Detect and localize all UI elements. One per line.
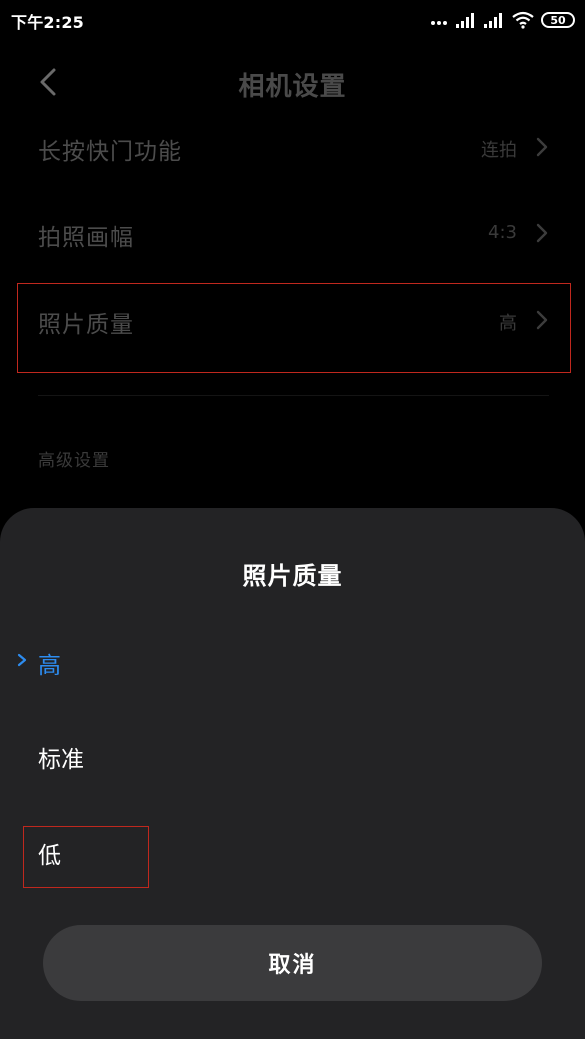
setting-label: 长按快门功能: [38, 139, 182, 165]
signal-icon: [484, 13, 502, 28]
chevron-right-icon: [536, 137, 548, 157]
setting-row-aspect-ratio[interactable]: 拍照画幅 4:3: [38, 214, 549, 254]
chevron-right-icon: [536, 223, 548, 243]
highlight-box: [23, 826, 149, 888]
photo-quality-sheet: 照片质量 高 标准 低 取消: [0, 508, 585, 1039]
highlight-box: [17, 283, 571, 373]
cancel-button[interactable]: 取消: [43, 925, 542, 1001]
option-label: 高: [38, 653, 61, 679]
setting-row-shutter-long-press[interactable]: 长按快门功能 连拍: [38, 128, 549, 168]
more-dots-icon: [431, 10, 449, 30]
battery-icon: 50: [541, 12, 575, 28]
option-standard[interactable]: 标准: [0, 730, 585, 784]
page-title: 相机设置: [238, 72, 347, 102]
signal-icon: [456, 13, 474, 28]
setting-label: 拍照画幅: [38, 225, 134, 251]
camera-settings-screen: 下午2:25 50 相机设置 长按快门功能 连拍 拍照画幅 4:3 照片质量 高…: [0, 0, 585, 1039]
status-icons: 50: [425, 9, 575, 31]
setting-value: 连拍: [481, 140, 517, 161]
option-high[interactable]: 高: [0, 636, 585, 690]
status-time: 下午2:25: [11, 13, 84, 32]
header: 相机设置: [0, 48, 585, 118]
sheet-title: 照片质量: [242, 562, 343, 590]
selected-chevron-icon: [17, 653, 27, 667]
section-header-advanced: 高级设置: [38, 451, 110, 471]
divider: [38, 395, 549, 396]
status-bar: 下午2:25 50: [0, 0, 585, 40]
option-label: 标准: [38, 747, 84, 773]
wifi-icon: [512, 11, 534, 29]
setting-value: 4:3: [488, 222, 517, 243]
